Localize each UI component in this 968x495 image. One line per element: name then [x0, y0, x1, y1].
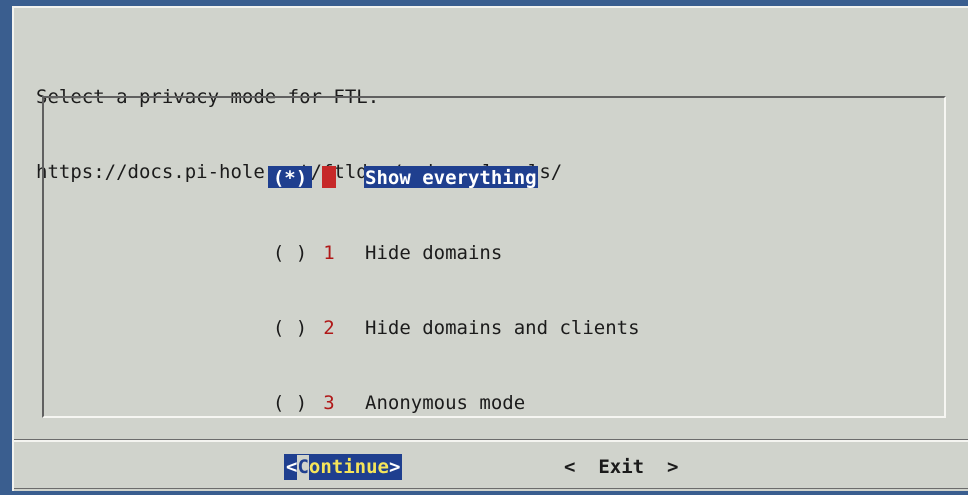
radio-list: (*) 0 Show everything ( ) 1 Hide domains… — [268, 114, 641, 464]
option-number: 0 — [322, 165, 336, 189]
option-number: 3 — [323, 391, 335, 414]
option-label[interactable]: Show everything — [364, 165, 538, 189]
radio-button[interactable]: ( ) — [268, 241, 312, 264]
option-hide-domains-and-clients[interactable]: ( ) 2 Hide domains and clients — [268, 314, 641, 339]
radio-button-selected[interactable]: (*) — [268, 165, 312, 189]
terminal-screen: Select a privacy mode for FTL. https://d… — [0, 0, 968, 495]
option-label[interactable]: Hide domains — [364, 241, 503, 264]
option-number: 2 — [323, 316, 335, 339]
continue-open-bracket: < — [286, 455, 298, 478]
continue-close-bracket: > — [388, 455, 401, 478]
continue-button[interactable]: < Continue > — [284, 454, 403, 480]
option-show-everything[interactable]: (*) 0 Show everything — [268, 164, 641, 189]
radio-button[interactable]: ( ) — [268, 316, 312, 339]
option-hide-domains[interactable]: ( ) 1 Hide domains — [268, 239, 641, 264]
button-row: < Continue > < Exit > — [14, 454, 968, 482]
privacy-mode-dialog: Select a privacy mode for FTL. https://d… — [12, 6, 968, 491]
option-anonymous-mode[interactable]: ( ) 3 Anonymous mode — [268, 389, 641, 414]
dialog-bottom-edge — [14, 488, 968, 489]
option-label[interactable]: Hide domains and clients — [364, 316, 641, 339]
continue-hotkey: C — [297, 454, 309, 480]
button-separator — [14, 439, 968, 442]
exit-button[interactable]: < Exit > — [564, 454, 678, 480]
continue-label: ontinue — [308, 455, 389, 478]
option-number: 1 — [323, 241, 335, 264]
radio-button[interactable]: ( ) — [268, 391, 312, 414]
option-label[interactable]: Anonymous mode — [364, 391, 526, 414]
privacy-mode-list: (*) 0 Show everything ( ) 1 Hide domains… — [42, 96, 946, 418]
